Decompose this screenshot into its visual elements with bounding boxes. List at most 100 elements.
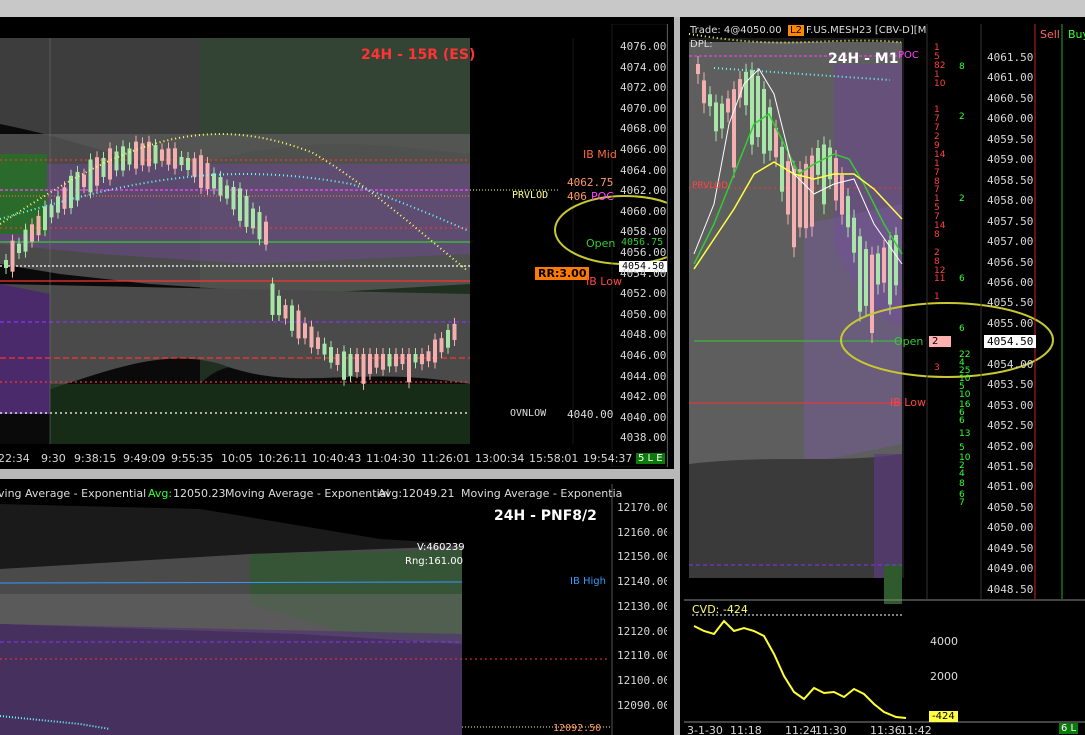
poc-value-label: 406 — [567, 190, 587, 203]
price-tick: 4056.00 — [987, 275, 1034, 289]
chart-title: 24H - M1 — [828, 51, 899, 67]
price-tick: 4061.50 — [987, 51, 1034, 64]
price-tick: 4048.00 — [620, 328, 667, 342]
price-tick: 12140.00 — [617, 575, 667, 589]
price-tick: 4058.00 — [620, 225, 667, 239]
ovnlow-label: OVNLOW — [510, 408, 547, 419]
time-tick: 3-1-30 — [687, 724, 723, 735]
price-tick: 4056.50 — [987, 255, 1034, 269]
window-title-bar — [0, 0, 1085, 17]
pane-divider-horizontal[interactable] — [0, 469, 674, 479]
ib-low-label: IB Low — [890, 396, 926, 409]
time-tick: 9:38:15 — [74, 452, 117, 465]
sell-volume-cell: 1 — [934, 292, 940, 303]
cvd-tick-4000: 4000 — [930, 635, 958, 648]
price-tick: 4055.00 — [987, 316, 1034, 330]
ma1-avg-label: Avg: — [148, 487, 173, 500]
time-tick: 11:30 — [815, 724, 847, 735]
price-tick: 4051.00 — [987, 480, 1034, 494]
price-tick: 4054.00 — [987, 357, 1034, 371]
price-tick: 4050.00 — [987, 521, 1034, 535]
price-tick: 4074.00 — [620, 60, 667, 74]
sell-volume-cell: 10 — [934, 78, 946, 89]
price-tick: 4057.00 — [987, 235, 1034, 249]
chart-15r-canvas[interactable] — [0, 24, 667, 467]
time-tick: 10:26:11 — [258, 452, 308, 465]
buy-column-header: Buy — [1068, 28, 1085, 41]
price-tick: 4064.00 — [620, 163, 667, 177]
cvd-last-badge: -424 — [929, 711, 958, 722]
price-tick: 12130.00 — [617, 599, 667, 613]
price-tick: 4050.50 — [987, 500, 1034, 514]
rr-badge: RR:3.00 — [535, 267, 590, 280]
price-tick: 4059.00 — [987, 153, 1034, 167]
buy-volume-cell: 8 — [959, 62, 965, 72]
price-tick: 4052.50 — [987, 419, 1034, 433]
time-tick: 10:40:43 — [312, 452, 362, 465]
buy-volume-cell: 2 — [959, 194, 965, 204]
time-tick: 15:58:01 — [529, 452, 579, 465]
time-tick: 9:55:35 — [171, 452, 214, 465]
cvd-tick-2000: 2000 — [930, 670, 958, 683]
sell-volume-cell: 3 — [934, 363, 940, 374]
pane-divider[interactable] — [674, 17, 680, 735]
price-tick: 4076.00 — [620, 40, 667, 53]
sell-column-header: Sell — [1040, 28, 1060, 41]
price-tick: 4061.00 — [987, 71, 1034, 85]
status-indicator: 5 L E — [636, 453, 665, 464]
price-tick: 4048.50 — [987, 582, 1034, 596]
price-tick: 4072.00 — [620, 81, 667, 95]
current-sell-badge: 2 — [929, 336, 951, 347]
time-tick: 11:36 — [870, 724, 902, 735]
time-tick: 10:05 — [221, 452, 253, 465]
prvlod-label: PRVLOD — [692, 181, 729, 191]
buy-volume-cell: 10 — [959, 390, 971, 400]
poc-label: POC — [898, 50, 919, 61]
chart-pnf[interactable]: ving Average - Exponential Avg: 12050.23… — [0, 484, 667, 735]
ma1-label: ving Average - Exponential — [0, 487, 147, 500]
buy-volume-cell: 4 — [959, 469, 965, 479]
symbol-label: F.US.MESH23 [CBV-D][M — [806, 25, 927, 36]
ma2-avg-value: 12049.21 — [402, 487, 455, 500]
price-tick: 4060.00 — [620, 204, 667, 218]
price-tick: 4070.00 — [620, 101, 667, 115]
price-tick: 4053.00 — [987, 398, 1034, 412]
time-tick: 9:49:09 — [123, 452, 166, 465]
poc-label: POC — [591, 190, 614, 203]
price-tick: 12160.00 — [617, 525, 667, 539]
trade-header: Trade: 4@4050.00 — [690, 25, 782, 36]
chart-15r[interactable]: 24H - 15R (ES) IB Mid 4062.75 PRVLOD 406… — [0, 24, 668, 467]
sell-volume-cell: 8 — [934, 229, 940, 240]
ma2-label: Moving Average - Exponential — [225, 487, 390, 500]
ma1-avg-value: 12050.23 — [173, 487, 226, 500]
dpl-label: DPL: — [690, 39, 713, 50]
price-tick: 4049.00 — [987, 562, 1034, 576]
price-tick: 4060.50 — [987, 91, 1034, 105]
ib-high-label: IB High — [570, 576, 606, 587]
time-tick: 13:00:34 — [475, 452, 525, 465]
chart-m1[interactable]: Trade: 4@4050.00 L2 F.US.MESH23 [CBV-D][… — [684, 24, 1085, 735]
open-label: Open — [586, 237, 616, 250]
status-indicator: 6 L — [1059, 723, 1079, 734]
ib-low-label: IB Low — [586, 275, 622, 288]
ovnlow-value-label: 4040.00 — [567, 408, 614, 421]
prvlod-label: PRVLOD — [512, 190, 549, 201]
buy-volume-cell: 6 — [959, 274, 965, 284]
price-tick: 4056.00 — [620, 246, 667, 259]
chart-title: 24H - 15R (ES) — [361, 47, 476, 63]
time-tick: 11:24 — [785, 724, 817, 735]
cvd-label: CVD: -424 — [692, 603, 748, 616]
time-tick: 11:26:01 — [421, 452, 471, 465]
price-tick: 4059.50 — [987, 132, 1034, 146]
price-tick: 4062.00 — [620, 184, 667, 198]
price-tick: 4057.50 — [987, 214, 1034, 228]
price-tick: 4060.00 — [987, 112, 1034, 126]
price-tick: 4049.50 — [987, 541, 1034, 555]
buy-volume-cell: 2 — [959, 112, 965, 122]
l2-badge[interactable]: L2 — [788, 25, 804, 36]
prev-value-label: 4062.75 — [567, 176, 614, 189]
price-tick: 4040.00 — [620, 410, 667, 424]
price-tick: 4052.00 — [987, 439, 1034, 453]
price-tick: 4038.00 — [620, 431, 667, 445]
price-tick: 4055.50 — [987, 296, 1034, 310]
